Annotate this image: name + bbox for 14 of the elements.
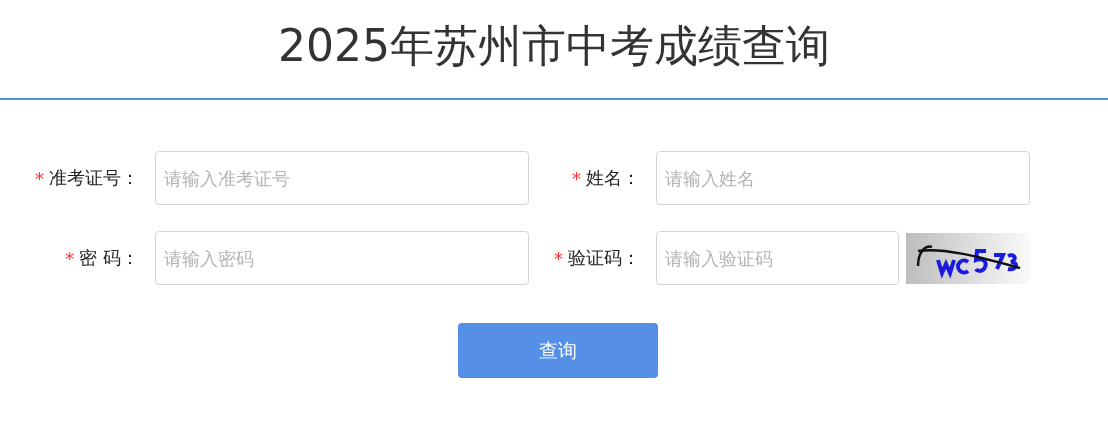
required-mark: * [65,247,75,269]
required-mark: * [35,167,44,189]
field-label: 姓名： [586,166,640,190]
field-label: 准考证号： [49,166,139,190]
field-label: 验证码： [568,246,640,270]
input-field[interactable]: 请输入准考证号 [155,151,529,205]
required-mark: * [554,247,563,269]
input-field[interactable]: 请输入密码 [155,231,529,285]
captcha-field[interactable]: 请输入验证码 [656,231,899,285]
query-button[interactable]: 查询 [458,323,658,378]
input-field[interactable]: 请输入姓名 [656,151,1030,205]
required-mark: * [572,167,581,189]
page-title: 2025年苏州市中考成绩查询 [278,18,830,73]
field-label: 密 码： [79,246,139,270]
